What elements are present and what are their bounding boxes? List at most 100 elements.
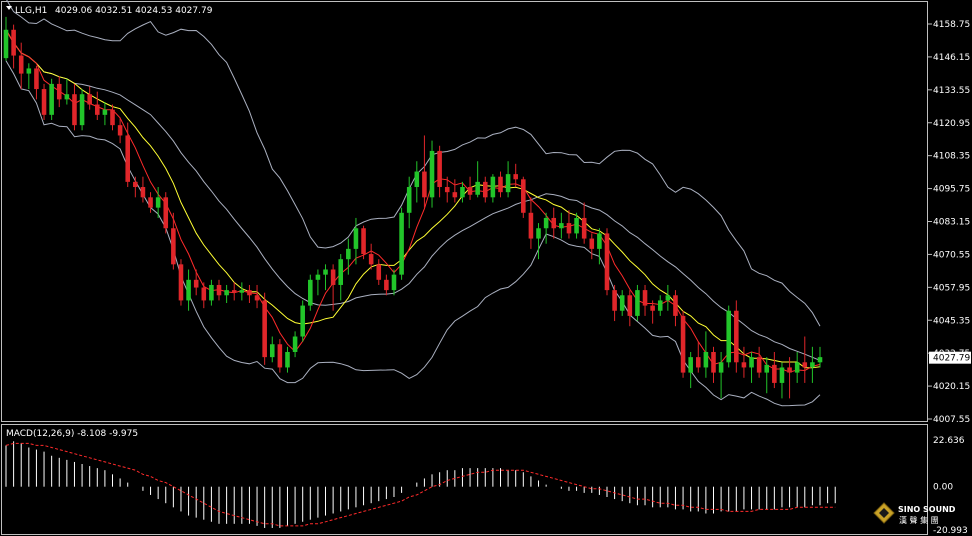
candle-body bbox=[292, 336, 298, 352]
candle-body bbox=[72, 94, 77, 126]
candle-body bbox=[193, 279, 199, 288]
candle-body bbox=[231, 290, 237, 293]
svg-text:SINO SOUND: SINO SOUND bbox=[898, 505, 956, 514]
macd-tick-label: -20.993 bbox=[933, 526, 968, 536]
candle-body bbox=[521, 179, 526, 213]
candle-body bbox=[247, 290, 252, 296]
candle-body bbox=[665, 295, 671, 301]
symbol-label: LLG,H1 bbox=[15, 6, 47, 16]
candle-body bbox=[34, 68, 39, 90]
macd-tick-label: 0.00 bbox=[933, 483, 953, 493]
candle-body bbox=[269, 344, 275, 358]
candle-body bbox=[498, 176, 503, 193]
candle-body bbox=[772, 364, 777, 383]
candle-body bbox=[399, 212, 404, 275]
candle-body bbox=[346, 248, 351, 260]
svg-text:漢 聲 集 團: 漢 聲 集 團 bbox=[899, 515, 939, 525]
candle-body bbox=[566, 223, 572, 234]
candle-body bbox=[513, 174, 518, 180]
candle-body bbox=[817, 357, 823, 363]
candle-body bbox=[140, 187, 146, 198]
candle-body bbox=[163, 197, 169, 229]
price-tick-label: 4045.35 bbox=[933, 316, 970, 326]
current-price-tag: 4027.79 bbox=[929, 351, 971, 364]
price-tick-label: 4108.35 bbox=[933, 152, 970, 162]
svg-text:4027.79: 4027.79 bbox=[933, 354, 970, 364]
candle-body bbox=[361, 228, 366, 255]
candle-body bbox=[505, 174, 511, 193]
candle-body bbox=[627, 295, 633, 316]
candle-body bbox=[186, 279, 191, 301]
candle-body bbox=[41, 89, 47, 115]
candle-body bbox=[444, 187, 450, 193]
candle-body bbox=[810, 362, 815, 368]
candle-body bbox=[300, 305, 305, 337]
candle-body bbox=[657, 300, 663, 311]
candle-body bbox=[452, 192, 458, 198]
candle-body bbox=[604, 233, 610, 291]
candle-body bbox=[368, 254, 374, 265]
candle-body bbox=[224, 290, 229, 296]
candle-body bbox=[117, 125, 123, 136]
candle-body bbox=[559, 223, 564, 229]
price-tick-label: 4057.95 bbox=[933, 283, 970, 293]
candle-body bbox=[414, 171, 420, 188]
candle-body bbox=[26, 68, 32, 74]
candle-body bbox=[148, 197, 153, 208]
candle-body bbox=[642, 290, 648, 306]
price-tick-label: 4158.75 bbox=[933, 20, 970, 30]
candle-body bbox=[285, 351, 290, 368]
candle-body bbox=[216, 284, 222, 296]
candle-body bbox=[87, 94, 92, 105]
candle-body bbox=[209, 284, 214, 301]
candle-body bbox=[794, 362, 800, 373]
price-tick-label: 4020.15 bbox=[933, 382, 970, 392]
candle-body bbox=[277, 344, 283, 368]
candle-body bbox=[239, 290, 245, 293]
candle-body bbox=[155, 197, 161, 208]
candle-body bbox=[612, 290, 617, 311]
candle-body bbox=[406, 187, 412, 213]
ohlc-values: 4029.06 4032.51 4024.53 4027.79 bbox=[55, 6, 213, 16]
candle-body bbox=[110, 109, 115, 126]
candle-body bbox=[528, 212, 534, 239]
candle-body bbox=[391, 274, 397, 291]
candle-body bbox=[749, 357, 754, 368]
price-tick-label: 4007.55 bbox=[933, 415, 970, 425]
macd-tick-label: 22.636 bbox=[933, 436, 965, 446]
candle-body bbox=[3, 29, 9, 59]
candle-body bbox=[718, 362, 724, 373]
candle-body bbox=[133, 181, 138, 188]
candle-body bbox=[125, 135, 131, 182]
candle-body bbox=[482, 181, 488, 198]
candle-body bbox=[384, 279, 389, 291]
candle-body bbox=[95, 104, 100, 115]
candle-body bbox=[673, 295, 678, 316]
candle-body bbox=[315, 274, 321, 280]
price-tick-label: 4070.55 bbox=[933, 250, 970, 260]
candle-body bbox=[574, 217, 579, 234]
candle-body bbox=[581, 217, 587, 239]
candle-body bbox=[635, 290, 640, 316]
candle-body bbox=[353, 228, 359, 249]
candle-body bbox=[756, 357, 762, 373]
candle-body bbox=[201, 287, 207, 301]
price-panel-frame bbox=[1, 1, 928, 422]
candle-body bbox=[787, 367, 792, 373]
candle-body bbox=[726, 310, 731, 363]
price-tick-label: 4133.55 bbox=[933, 86, 970, 96]
candle-body bbox=[376, 264, 382, 280]
candle-body bbox=[254, 295, 260, 301]
candle-body bbox=[695, 357, 701, 368]
candle-body bbox=[308, 279, 313, 306]
candle-body bbox=[589, 238, 595, 249]
trading-chart[interactable]: 4158.75 4146.15 4133.55 4120.95 4108.35 4095.… bbox=[0, 0, 972, 536]
macd-panel-frame bbox=[1, 424, 928, 535]
candle-body bbox=[437, 150, 442, 188]
candle-body bbox=[18, 55, 24, 74]
candle-body bbox=[429, 150, 435, 198]
candle-body bbox=[330, 269, 336, 285]
candle-body bbox=[551, 217, 557, 229]
candle-body bbox=[467, 187, 473, 195]
candle-body bbox=[422, 171, 427, 198]
